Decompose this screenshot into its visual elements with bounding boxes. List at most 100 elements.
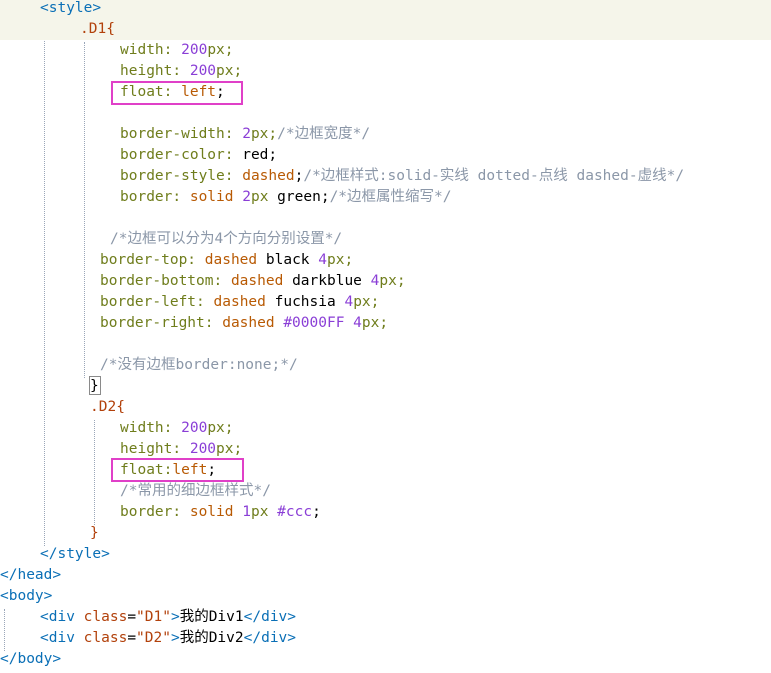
code-token: > [170, 609, 180, 625]
code-token: height: [120, 63, 190, 79]
code-line[interactable] [0, 334, 771, 355]
code-line[interactable]: } [0, 376, 771, 397]
code-line[interactable]: /*常用的细边框样式*/ [0, 481, 771, 502]
code-token: 200 [189, 441, 217, 457]
code-token: border-bottom: [100, 273, 231, 289]
code-token: <body> [0, 588, 53, 604]
code-line[interactable]: .D2{ [0, 397, 771, 418]
code-line-text: width: 200px; [120, 418, 234, 439]
code-line[interactable]: border-top: dashed black 4px; [0, 250, 771, 271]
code-token: "D2" [136, 630, 171, 646]
code-line-text: </body> [0, 649, 61, 670]
code-token: </head> [0, 567, 62, 583]
code-token: px; [379, 273, 406, 289]
code-line[interactable]: <div class="D1">我的Div1</div> [0, 607, 771, 628]
code-token: green; [277, 189, 330, 205]
code-line[interactable]: border-style: dashed;/*边框样式:solid-实线 dot… [0, 166, 771, 187]
code-token: 200 [189, 63, 217, 79]
code-line[interactable]: width: 200px; [0, 40, 771, 61]
code-line-text: /*边框可以分为4个方向分别设置*/ [110, 229, 342, 250]
code-line[interactable] [0, 103, 771, 124]
code-token: 200 [181, 42, 208, 58]
code-token: .D1{ [80, 21, 115, 37]
code-token: px; [216, 63, 243, 79]
code-token: px; [207, 420, 234, 436]
code-token: solid [189, 504, 243, 520]
code-token: px; [207, 42, 234, 58]
code-token: 200 [181, 420, 208, 436]
code-line[interactable] [0, 208, 771, 229]
code-line-text: border-width: 2px;/*边框宽度*/ [120, 124, 370, 145]
code-line[interactable]: <div class="D2">我的Div2</div> [0, 628, 771, 649]
code-token: darkblue [292, 273, 371, 289]
code-line[interactable]: height: 200px; [0, 61, 771, 82]
code-line-text: border-left: dashed fuchsia 4px; [100, 292, 379, 313]
code-token: <div [40, 609, 84, 625]
code-line-text: width: 200px; [120, 40, 234, 61]
code-line[interactable]: border-bottom: dashed darkblue 4px; [0, 271, 771, 292]
code-token: border: [120, 504, 190, 520]
float-left-highlight-d2 [111, 458, 244, 482]
code-token: = [127, 630, 137, 646]
code-line[interactable]: /*边框可以分为4个方向分别设置*/ [0, 229, 771, 250]
code-line[interactable]: border-color: red; [0, 145, 771, 166]
code-token: ; [312, 504, 321, 520]
code-line-text: <div class="D2">我的Div2</div> [40, 628, 296, 649]
code-token: red; [242, 147, 278, 163]
code-token: px; [250, 126, 278, 142]
code-token: /*边框属性缩写*/ [329, 189, 452, 205]
code-line[interactable]: <style> [0, 0, 771, 19]
code-token: height: [120, 441, 190, 457]
code-token: border: [120, 189, 190, 205]
code-token: </body> [0, 651, 62, 667]
code-line[interactable]: border: solid 2px green;/*边框属性缩写*/ [0, 187, 771, 208]
code-token: dashed [204, 252, 266, 268]
code-line[interactable]: height: 200px; [0, 439, 771, 460]
code-token: 4 [344, 294, 354, 310]
code-line-text: </head> [0, 565, 61, 586]
code-line-text: <style> [40, 0, 101, 19]
code-line[interactable]: border-width: 2px;/*边框宽度*/ [0, 124, 771, 145]
code-line[interactable]: /*没有边框border:none;*/ [0, 355, 771, 376]
code-token: </style> [40, 546, 110, 562]
code-line[interactable]: </body> [0, 649, 771, 670]
code-line[interactable]: } [0, 523, 771, 544]
code-token: border-top: [100, 252, 205, 268]
code-token: 我的Div2 [179, 630, 244, 646]
code-line-text: } [90, 523, 99, 544]
code-token: </div> [243, 630, 297, 646]
code-token: > [170, 630, 180, 646]
code-line[interactable]: .D1{ [0, 19, 771, 40]
code-line-text: .D1{ [80, 19, 115, 40]
code-token: /*边框样式:solid-实线 dotted-点线 dashed-虚线*/ [303, 168, 685, 184]
code-line[interactable]: width: 200px; [0, 418, 771, 439]
code-line[interactable]: border-left: dashed fuchsia 4px; [0, 292, 771, 313]
code-line-text: height: 200px; [120, 439, 242, 460]
code-token: #0000FF [283, 315, 354, 331]
code-line-text: border-color: red; [120, 145, 277, 166]
code-line[interactable]: </head> [0, 565, 771, 586]
code-token: border-right: [100, 315, 223, 331]
code-token: fuchsia [274, 294, 345, 310]
code-line-text: height: 200px; [120, 61, 242, 82]
code-token: } [90, 525, 99, 541]
code-line[interactable]: </style> [0, 544, 771, 565]
code-token: class [83, 630, 128, 646]
code-token: 1 [242, 504, 251, 520]
code-line-text: border-right: dashed #0000FF 4px; [100, 313, 388, 334]
code-editor[interactable]: <style> .D1{width: 200px; height: 200px; fl… [0, 0, 771, 673]
code-line-text: </style> [40, 544, 110, 565]
code-line-text: /*常用的细边框样式*/ [120, 481, 271, 502]
code-token: black [265, 252, 319, 268]
code-line[interactable]: <body> [0, 586, 771, 607]
code-line[interactable]: border-right: dashed #0000FF 4px; [0, 313, 771, 334]
code-token: px [250, 189, 278, 205]
code-token: px [250, 504, 278, 520]
code-line[interactable]: border: solid 1px #ccc; [0, 502, 771, 523]
code-token: width: [120, 42, 182, 58]
code-token: /*常用的细边框样式*/ [120, 483, 271, 499]
code-token: solid [189, 189, 243, 205]
matched-brace-indicator [89, 376, 101, 395]
code-token: /*边框可以分为4个方向分别设置*/ [110, 231, 343, 247]
code-token: dashed [230, 273, 293, 289]
